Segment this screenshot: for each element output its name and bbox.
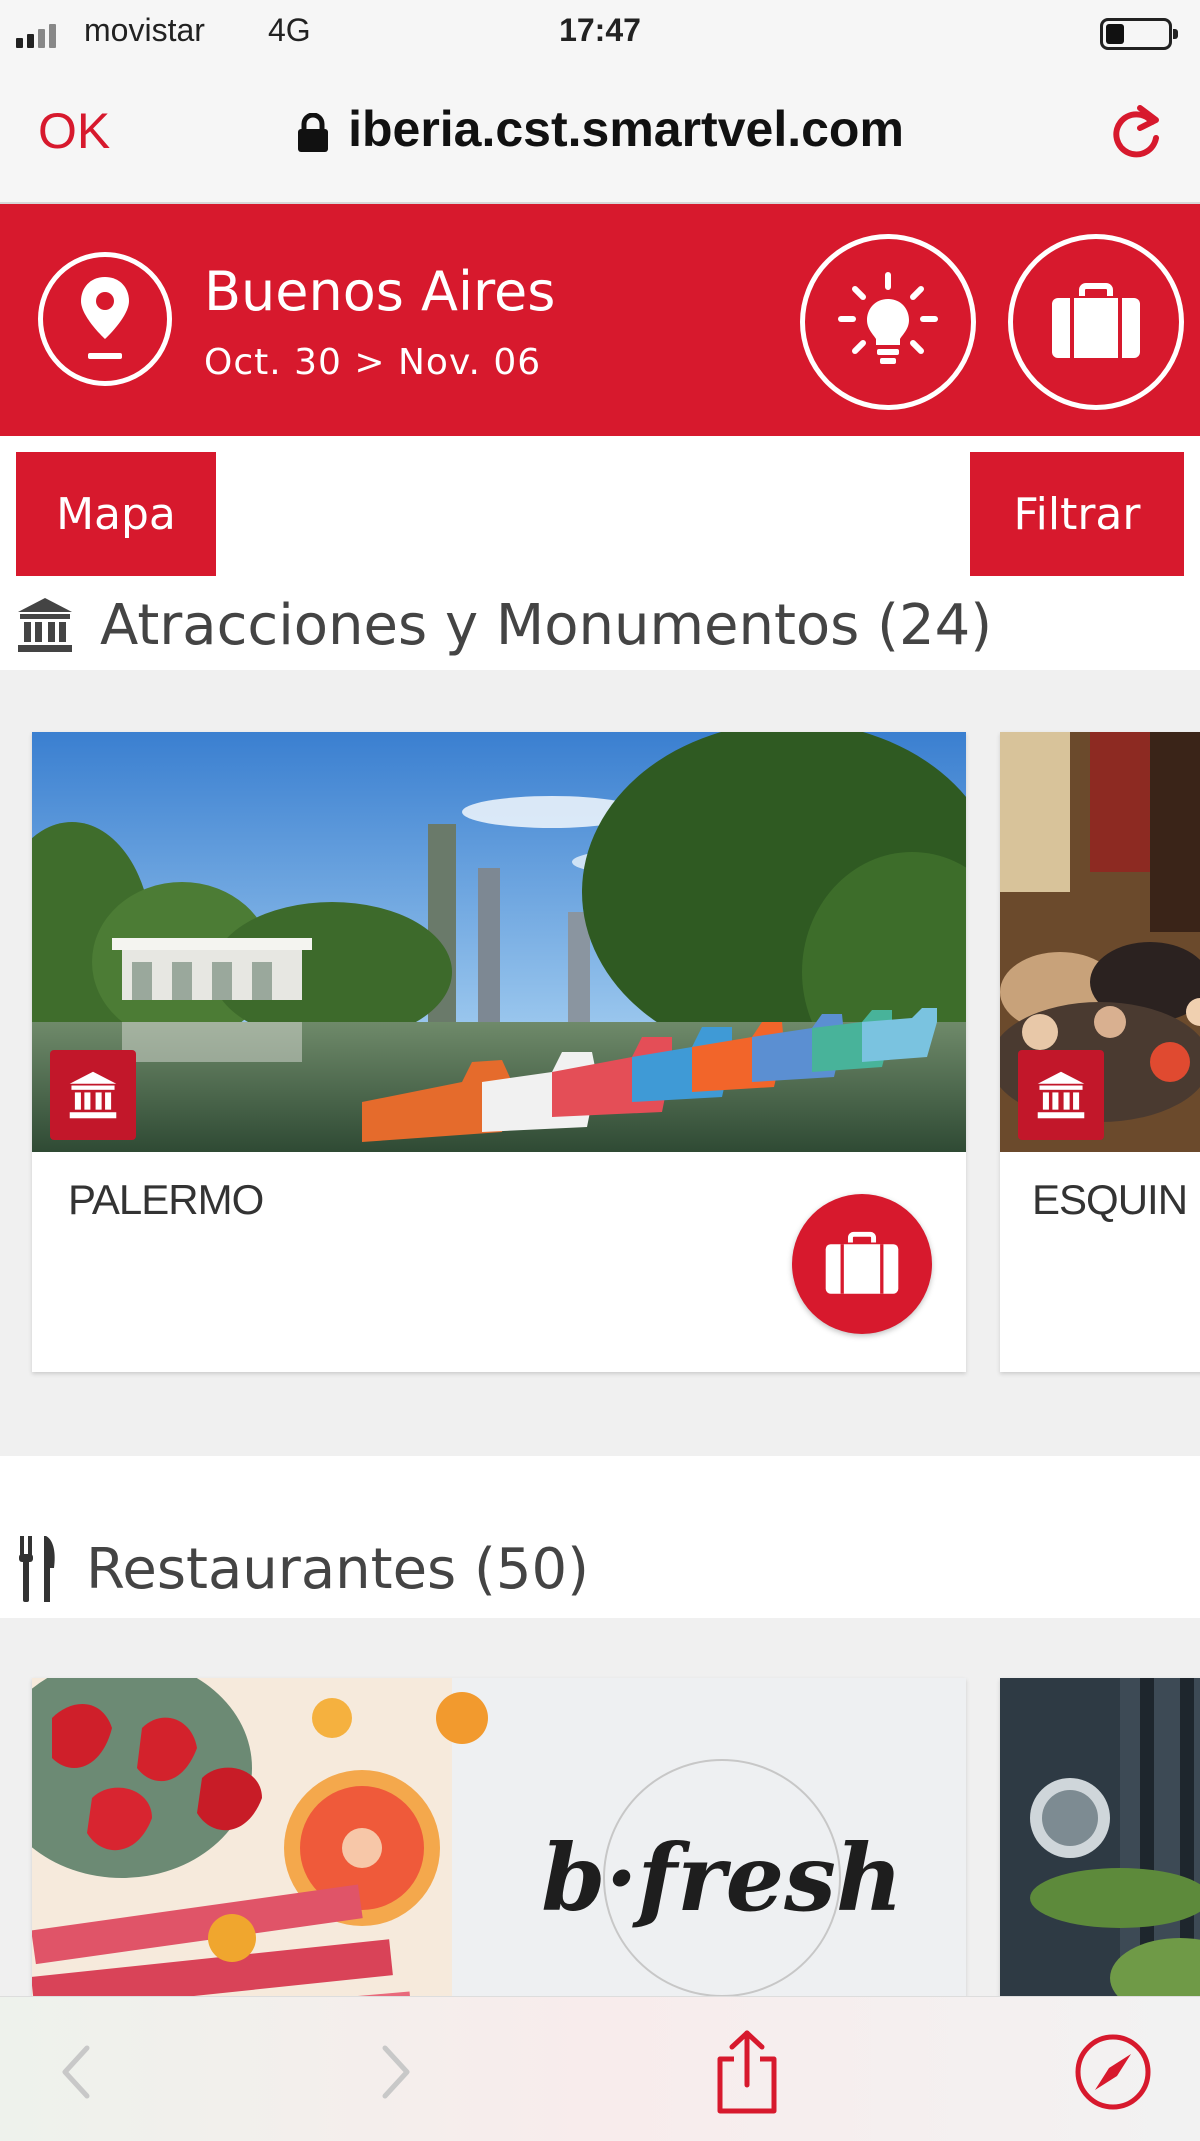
section-title-text: Atracciones y Monumentos (24) (100, 592, 993, 658)
trip-dates: Oct. 30 > Nov. 06 (204, 342, 542, 383)
destination-city: Buenos Aires (204, 260, 556, 323)
suitcase-icon (1052, 283, 1140, 358)
ideas-button[interactable] (800, 234, 976, 410)
section-title-restaurants: Restaurantes (50) (16, 1524, 589, 1614)
restaurant-logo: b·fresh (541, 1824, 903, 1932)
add-to-trip-button[interactable] (792, 1194, 932, 1334)
open-in-browser-button[interactable] (1068, 2027, 1158, 2117)
browser-address-bar: OK iberia.cst.smartvel.com (0, 66, 1200, 204)
location-pin-icon (81, 277, 129, 359)
category-monument-badge (1018, 1050, 1104, 1140)
section-title-text: Restaurantes (50) (86, 1536, 589, 1602)
lock-icon (298, 112, 329, 152)
share-icon (717, 2030, 777, 2114)
map-button[interactable]: Mapa (16, 452, 216, 576)
destination-pin-button[interactable] (38, 252, 172, 386)
cutlery-icon (16, 1534, 60, 1604)
attraction-photo (32, 732, 966, 1152)
monument-icon (69, 1071, 117, 1119)
attraction-photo (1000, 732, 1200, 1152)
attraction-name: ESQUIN (1032, 1176, 1188, 1223)
trip-header: Buenos Aires Oct. 30 > Nov. 06 (0, 204, 1200, 436)
reload-icon[interactable] (1106, 98, 1166, 164)
chevron-right-icon (382, 2045, 410, 2099)
attraction-card-esquina[interactable]: ESQUIN (1000, 732, 1200, 1372)
clock: 17:47 (559, 12, 641, 48)
chevron-left-icon (62, 2045, 90, 2099)
my-trip-button[interactable] (1008, 234, 1184, 410)
category-monument-badge (50, 1050, 136, 1140)
share-button[interactable] (702, 2027, 792, 2117)
filter-button[interactable]: Filtrar (970, 452, 1184, 576)
section-title-attractions: Atracciones y Monumentos (24) (16, 580, 992, 670)
compass-icon (1075, 2034, 1151, 2110)
attraction-name: PALERMO (68, 1176, 264, 1223)
back-button[interactable] (30, 2027, 120, 2117)
suitcase-icon (825, 1231, 899, 1294)
url-text: iberia.cst.smartvel.com (348, 101, 904, 157)
monument-icon (1037, 1071, 1085, 1119)
battery-icon (1100, 18, 1178, 50)
browser-toolbar (0, 1996, 1200, 2141)
url-display[interactable]: iberia.cst.smartvel.com (0, 100, 1200, 158)
status-bar: movistar 4G 17:47 (0, 0, 1200, 66)
attraction-card-palermo[interactable]: PALERMO (32, 732, 966, 1372)
monument-icon (16, 596, 74, 654)
forward-button[interactable] (352, 2027, 442, 2117)
lightbulb-icon (838, 272, 938, 364)
